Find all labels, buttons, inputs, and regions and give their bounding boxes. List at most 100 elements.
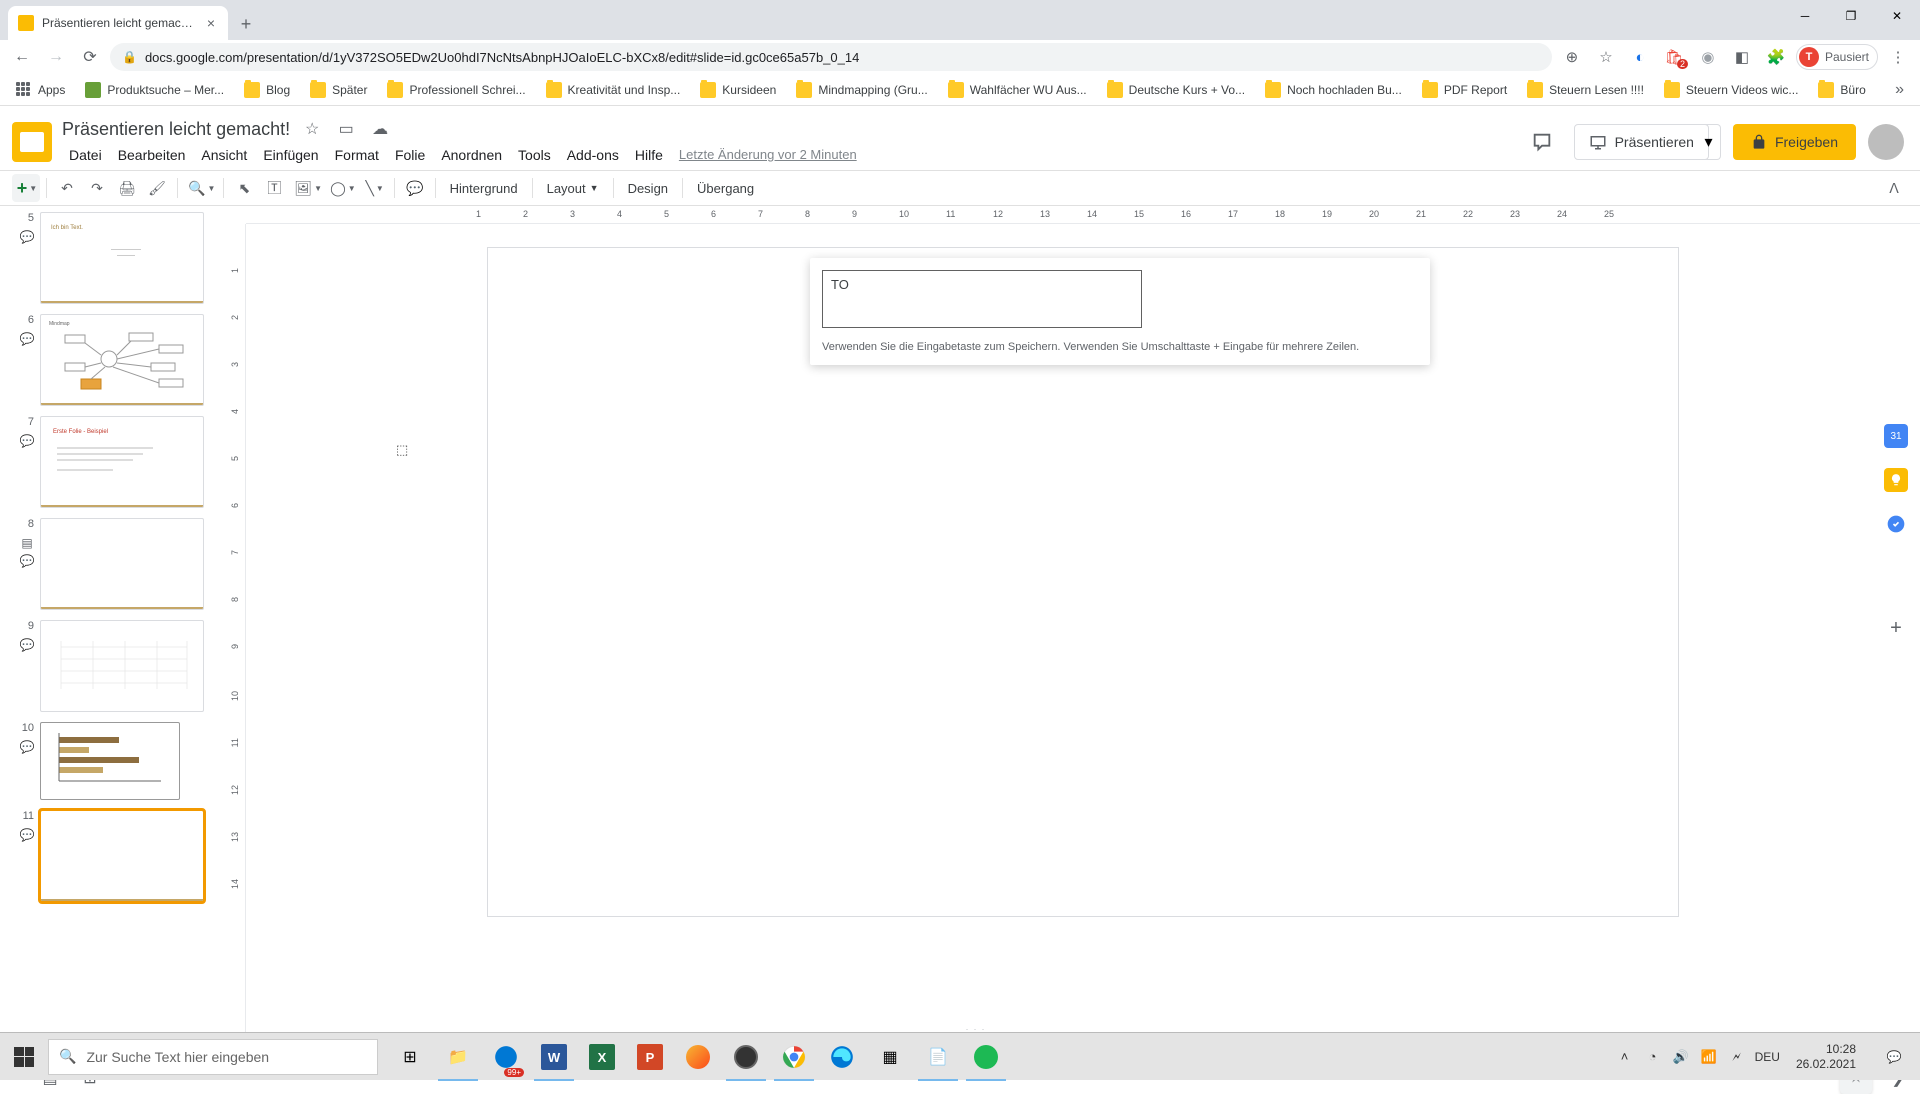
menu-arrange[interactable]: Anordnen: [434, 143, 509, 167]
tab-close-icon[interactable]: ×: [204, 16, 218, 30]
slide-thumb-9[interactable]: [40, 620, 204, 712]
share-button[interactable]: Freigeben: [1733, 124, 1856, 160]
calendar-addon-icon[interactable]: 31: [1884, 424, 1908, 448]
slide-thumb-11[interactable]: [40, 810, 204, 902]
move-icon[interactable]: ▭: [334, 117, 358, 141]
bookmark-item[interactable]: Kursideen: [692, 78, 784, 102]
comment-indicator-icon[interactable]: 💬: [20, 554, 34, 568]
menu-slide[interactable]: Folie: [388, 143, 432, 167]
bookmark-item[interactable]: Steuern Lesen !!!!: [1519, 78, 1652, 102]
browser-tab[interactable]: Präsentieren leicht gemacht! - G ×: [8, 6, 228, 40]
taskbar-chrome[interactable]: [770, 1033, 818, 1081]
line-tool[interactable]: ╲▼: [360, 174, 388, 202]
slide-thumb-6[interactable]: Mindmap: [40, 314, 204, 406]
design-button[interactable]: Design: [620, 174, 676, 202]
zoom-button[interactable]: 🔍▼: [184, 174, 217, 202]
comment-indicator-icon[interactable]: 💬: [20, 828, 34, 842]
bookmark-item[interactable]: Mindmapping (Gru...: [788, 78, 935, 102]
tray-chevron-icon[interactable]: ˄: [1615, 1047, 1635, 1067]
bookmarks-overflow-icon[interactable]: »: [1887, 81, 1912, 99]
zoom-icon[interactable]: ⊕: [1558, 43, 1586, 71]
taskbar-obs[interactable]: [722, 1033, 770, 1081]
profile-chip[interactable]: T Pausiert: [1796, 44, 1878, 70]
bookmark-item[interactable]: Steuern Videos wic...: [1656, 78, 1807, 102]
keep-addon-icon[interactable]: [1884, 468, 1908, 492]
taskbar-explorer[interactable]: 📁: [434, 1033, 482, 1081]
menu-addons[interactable]: Add-ons: [560, 143, 626, 167]
menu-help[interactable]: Hilfe: [628, 143, 670, 167]
tasks-addon-icon[interactable]: [1884, 512, 1908, 536]
window-close-button[interactable]: ✕: [1874, 0, 1920, 32]
menu-format[interactable]: Format: [328, 143, 386, 167]
cloud-saved-icon[interactable]: ☁: [368, 117, 392, 141]
extensions-menu-icon[interactable]: 🧩: [1762, 43, 1790, 71]
redo-button[interactable]: ↷: [83, 174, 111, 202]
forward-button[interactable]: →: [42, 43, 70, 71]
textbox-tool[interactable]: 🅃: [260, 174, 288, 202]
comments-button[interactable]: [1522, 122, 1562, 162]
add-addon-button[interactable]: +: [1884, 616, 1908, 640]
menu-insert[interactable]: Einfügen: [256, 143, 325, 167]
popup-textarea[interactable]: [822, 270, 1142, 328]
slide-thumb-5[interactable]: Ich bin Text.: [40, 212, 204, 304]
bookmark-item[interactable]: Deutsche Kurs + Vo...: [1099, 78, 1253, 102]
paint-format-button[interactable]: 🖌: [143, 174, 171, 202]
window-minimize-button[interactable]: ─: [1782, 0, 1828, 32]
window-maximize-button[interactable]: ❐: [1828, 0, 1874, 32]
slide-filmstrip[interactable]: 5💬 Ich bin Text. 6💬 Mindmap: [0, 206, 228, 1032]
taskbar-edge[interactable]: 99+: [482, 1033, 530, 1081]
taskbar-word[interactable]: W: [530, 1033, 578, 1081]
tray-location-icon[interactable]: ◔: [1643, 1047, 1663, 1067]
slide-thumb-7[interactable]: Erste Folie - Beispiel: [40, 416, 204, 508]
bookmark-item[interactable]: Blog: [236, 78, 298, 102]
tray-volume-icon[interactable]: 🔊: [1671, 1047, 1691, 1067]
select-tool[interactable]: ⬉: [230, 174, 258, 202]
note-indicator-icon[interactable]: ▤: [20, 536, 34, 550]
comment-indicator-icon[interactable]: 💬: [20, 740, 34, 754]
tray-wifi-icon[interactable]: 📶: [1699, 1047, 1719, 1067]
bookmark-item[interactable]: Noch hochladen Bu...: [1257, 78, 1410, 102]
tray-language[interactable]: DEU: [1755, 1050, 1780, 1064]
slide-canvas[interactable]: Verwenden Sie die Eingabetaste zum Speic…: [488, 248, 1678, 916]
comment-tool[interactable]: 💬: [401, 174, 429, 202]
taskbar-powerpoint[interactable]: P: [626, 1033, 674, 1081]
bookmark-item[interactable]: Wahlfächer WU Aus...: [940, 78, 1095, 102]
task-view-button[interactable]: ⊞: [386, 1033, 434, 1081]
menu-edit[interactable]: Bearbeiten: [111, 143, 193, 167]
print-button[interactable]: 🖨: [113, 174, 141, 202]
menu-file[interactable]: Datei: [62, 143, 109, 167]
new-tab-button[interactable]: +: [232, 10, 260, 38]
chrome-menu-icon[interactable]: ⋮: [1884, 43, 1912, 71]
bookmark-apps[interactable]: Apps: [8, 78, 73, 102]
comment-indicator-icon[interactable]: 💬: [20, 434, 34, 448]
extension-icon-4[interactable]: ◧: [1728, 43, 1756, 71]
tray-clock[interactable]: 10:28 26.02.2021: [1788, 1042, 1864, 1071]
present-dropdown[interactable]: ▾: [1697, 124, 1721, 160]
star-icon[interactable]: ☆: [1592, 43, 1620, 71]
slide-thumb-8[interactable]: [40, 518, 204, 610]
comment-indicator-icon[interactable]: 💬: [20, 230, 34, 244]
shape-tool[interactable]: ◯▼: [326, 174, 358, 202]
bookmark-item[interactable]: PDF Report: [1414, 78, 1515, 102]
document-title[interactable]: Präsentieren leicht gemacht!: [62, 119, 290, 140]
slides-logo-icon[interactable]: [12, 122, 52, 162]
taskbar-spotify[interactable]: [962, 1033, 1010, 1081]
taskbar-notepad[interactable]: 📄: [914, 1033, 962, 1081]
taskbar-search[interactable]: 🔍 Zur Suche Text hier eingeben: [48, 1039, 378, 1075]
new-slide-button[interactable]: +▼: [12, 174, 40, 202]
taskbar-edge-2[interactable]: [818, 1033, 866, 1081]
slide-thumb-10[interactable]: [40, 722, 180, 800]
extension-icon-3[interactable]: ◉: [1694, 43, 1722, 71]
extension-icon-2[interactable]: 🛍2: [1660, 43, 1688, 71]
save-status[interactable]: Letzte Änderung vor 2 Minuten: [672, 143, 864, 167]
address-bar[interactable]: 🔒 docs.google.com/presentation/d/1yV372S…: [110, 43, 1552, 71]
bookmark-item[interactable]: Büro: [1810, 78, 1873, 102]
background-button[interactable]: Hintergrund: [442, 174, 526, 202]
menu-tools[interactable]: Tools: [511, 143, 558, 167]
bookmark-item[interactable]: Später: [302, 78, 375, 102]
present-button[interactable]: Präsentieren: [1574, 124, 1709, 160]
reload-button[interactable]: ⟳: [76, 43, 104, 71]
menu-view[interactable]: Ansicht: [194, 143, 254, 167]
taskbar-app-2[interactable]: ▦: [866, 1033, 914, 1081]
notification-center-button[interactable]: 💬: [1872, 1033, 1916, 1081]
